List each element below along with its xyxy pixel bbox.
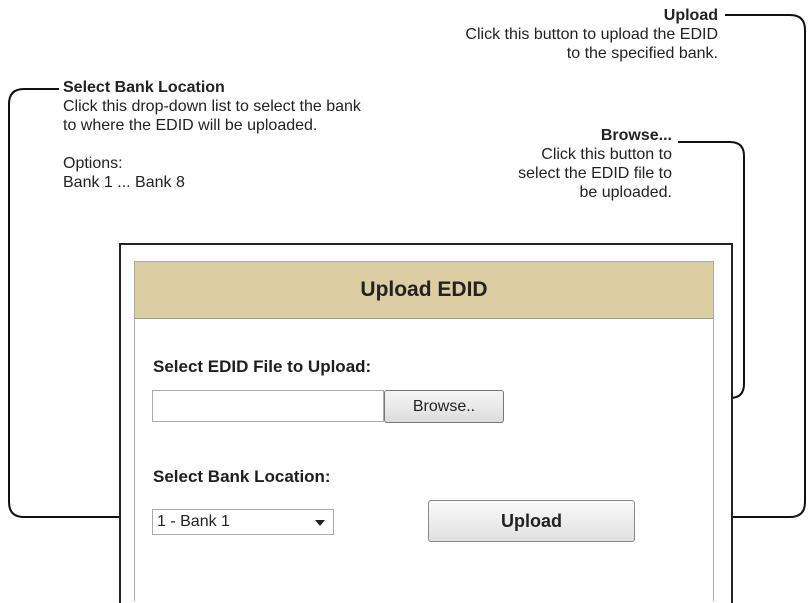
callout-upload: Upload Click this button to upload the E… — [298, 6, 718, 63]
file-path-input[interactable] — [152, 390, 384, 422]
callout-upload-title: Upload — [663, 7, 718, 24]
callout-browse-line3: be uploaded. — [579, 184, 672, 201]
callout-browse-line1: Click this button to — [541, 146, 672, 163]
bank-select-value: 1 - Bank 1 — [157, 513, 230, 530]
callout-bank-line1: Click this drop-down list to select the … — [63, 98, 361, 115]
chevron-down-icon — [315, 520, 325, 526]
callout-bank-title: Select Bank Location — [63, 79, 225, 96]
upload-edid-panel: Upload EDID Select EDID File to Upload: … — [134, 261, 714, 601]
file-label: Select EDID File to Upload: — [153, 357, 372, 376]
bank-select[interactable]: 1 - Bank 1 — [152, 509, 334, 535]
bank-label: Select Bank Location: — [153, 467, 331, 486]
callout-browse-line2: select the EDID file to — [518, 165, 672, 182]
browse-button[interactable]: Browse.. — [384, 390, 504, 423]
callout-upload-line1: Click this button to upload the EDID — [465, 26, 718, 43]
upload-button[interactable]: Upload — [428, 500, 635, 542]
callout-browse: Browse... Click this button to select th… — [412, 126, 672, 202]
panel-header: Upload EDID — [135, 262, 713, 319]
callout-browse-title: Browse... — [600, 127, 672, 144]
callout-upload-line2: to the specified bank. — [566, 45, 718, 62]
